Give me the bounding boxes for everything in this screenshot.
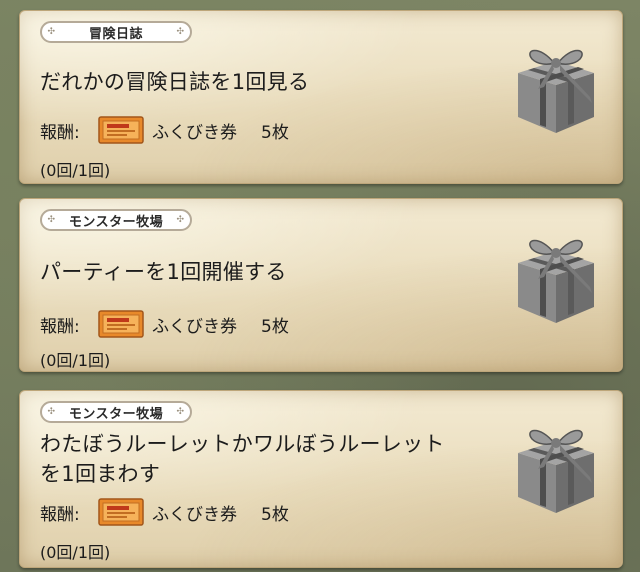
category-tag: ✣ モンスター牧場 ✣ [40,401,192,423]
reward-item: ふくびき券 [152,504,237,525]
mission-title-line1: わたぼうルーレットかワルぼうルーレット [40,432,445,456]
category-label: 冒険日誌 [88,26,143,42]
cross-ornament-icon: ✣ [176,26,185,37]
reward-row: 報酬: ふくびき券 5枚 [40,309,289,339]
reward-row: 報酬: ふくびき券 5枚 [40,497,289,527]
cross-ornament-icon: ✣ [47,26,56,37]
progress-text: (0回/1回) [40,161,111,180]
reward-row: 報酬: ふくびき券 5枚 [40,115,289,145]
mission-card[interactable]: ✣ モンスター牧場 ✣ パーティーを1回開催する 報酬: ふくびき券 5枚 (0… [19,198,623,372]
reward-quantity: 5枚 [261,316,289,337]
category-label: モンスター牧場 [68,406,164,422]
mission-title-line1: パーティーを1回開催する [40,260,287,284]
cross-ornament-icon: ✣ [176,214,185,225]
mission-title: だれかの冒険日誌を1回見る [40,67,309,97]
reward-quantity: 5枚 [261,504,289,525]
reward-label: 報酬: [40,316,80,337]
cross-ornament-icon: ✣ [176,406,185,417]
reward-item: ふくびき券 [152,122,237,143]
mission-title: パーティーを1回開催する [40,257,287,287]
mission-title-line1: だれかの冒険日誌を1回見る [40,70,310,94]
progress-text: (0回/1回) [40,543,111,562]
mission-title: わたぼうルーレットかワルぼうルーレット を1回まわす [40,429,445,489]
category-tag: ✣ 冒険日誌 ✣ [40,21,192,43]
lottery-ticket-icon [98,310,144,338]
category-label: モンスター牧場 [68,214,164,230]
mission-title-line2: を1回まわす [40,462,161,486]
mission-card[interactable]: ✣ モンスター牧場 ✣ わたぼうルーレットかワルぼうルーレット を1回まわす 報… [19,390,623,568]
progress-text: (0回/1回) [40,351,111,370]
gift-box-icon [518,49,594,133]
mission-card[interactable]: ✣ 冒険日誌 ✣ だれかの冒険日誌を1回見る 報酬: ふくびき券 5枚 (0回/… [19,10,623,184]
lottery-ticket-icon [98,116,144,144]
reward-quantity: 5枚 [261,122,289,143]
reward-item: ふくびき券 [152,316,237,337]
reward-label: 報酬: [40,122,80,143]
lottery-ticket-icon [98,498,144,526]
category-tag: ✣ モンスター牧場 ✣ [40,209,192,231]
cross-ornament-icon: ✣ [47,214,56,225]
cross-ornament-icon: ✣ [47,406,56,417]
reward-label: 報酬: [40,504,80,525]
gift-box-icon [518,429,594,513]
gift-box-icon [518,239,594,323]
